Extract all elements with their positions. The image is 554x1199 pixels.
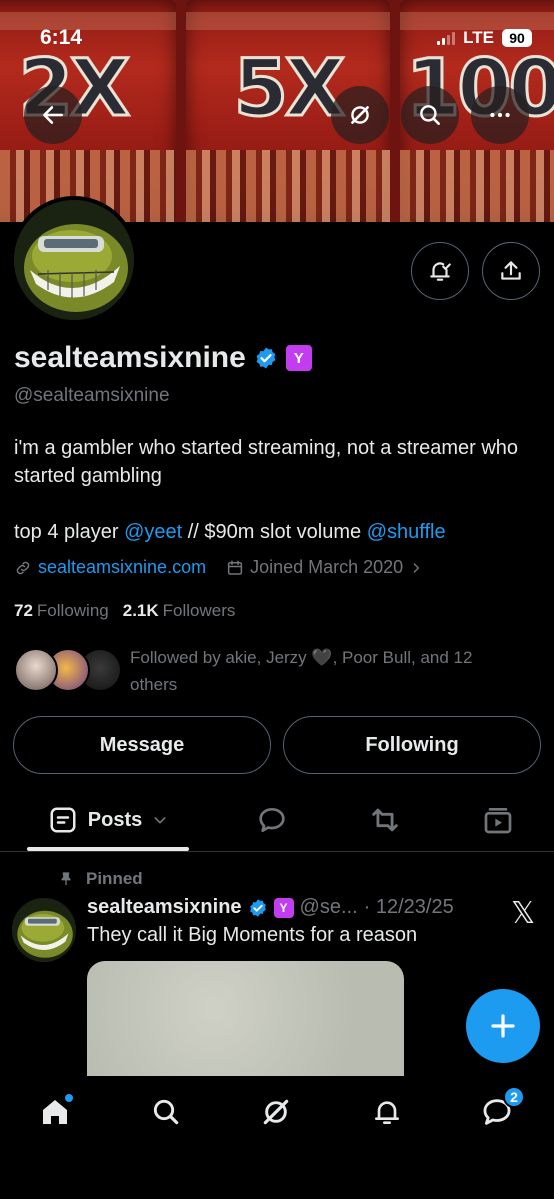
following-stat[interactable]: 72 Following: [14, 601, 109, 621]
notifications-button[interactable]: [411, 242, 469, 300]
website-link[interactable]: sealteamsixnine.com: [14, 557, 206, 578]
message-button[interactable]: Message: [13, 716, 271, 774]
reply-bubble-icon: [259, 808, 285, 832]
post-author-handle[interactable]: @se...: [300, 896, 358, 919]
post-media[interactable]: [87, 961, 404, 1081]
pin-icon: [61, 872, 71, 885]
active-tab-indicator: [27, 847, 189, 851]
post-date[interactable]: · 12/23/25: [364, 896, 454, 919]
nav-messages[interactable]: 2: [467, 1086, 527, 1132]
chevron-right-icon: [413, 562, 420, 573]
followers-stat[interactable]: 2.1K Followers: [123, 601, 236, 621]
avatar-image: [12, 898, 76, 962]
profile-meta: sealteamsixnine.com Joined March 2020: [14, 557, 423, 578]
following-count: 72: [14, 601, 33, 620]
chevron-down-icon: [154, 817, 166, 824]
profile-handle: @sealteamsixnine: [14, 385, 170, 406]
bio-mention-yeet[interactable]: @yeet: [124, 521, 182, 543]
compose-button[interactable]: [466, 989, 540, 1063]
bio-text: top 4 player: [14, 521, 125, 543]
post-author-avatar[interactable]: [12, 898, 76, 962]
followed-by-text: Followed by akie, Jerzy 🖤, Poor Bull, an…: [130, 648, 473, 694]
search-button[interactable]: [401, 86, 459, 144]
tab-reposts[interactable]: [355, 790, 415, 850]
avatar-image: [14, 200, 134, 320]
share-icon: [501, 261, 521, 280]
tab-replies[interactable]: [242, 790, 302, 850]
home-unread-dot: [65, 1094, 73, 1102]
status-time: 6:14: [40, 26, 83, 49]
joined-date[interactable]: Joined March 2020: [226, 557, 423, 578]
profile-avatar[interactable]: [10, 196, 138, 324]
arrow-left-icon: [43, 106, 63, 124]
battery-indicator: 90: [502, 29, 532, 47]
tab-media[interactable]: [468, 790, 528, 850]
repost-icon: [372, 808, 398, 832]
search-icon: [153, 1099, 179, 1125]
bell-check-icon: [430, 262, 451, 281]
profile-tabs: Posts: [0, 790, 554, 852]
more-icon: [490, 112, 510, 118]
x-logo-icon: 𝕏: [511, 896, 536, 931]
grok-icon: [263, 1099, 289, 1125]
followers-count: 2.1K: [122, 601, 159, 620]
followers-label: Followers: [162, 601, 236, 620]
nav-grok[interactable]: [246, 1092, 306, 1132]
signal-icon: [437, 31, 456, 45]
profile-display-name: sealteamsixnine Y: [14, 341, 312, 375]
following-button[interactable]: Following: [283, 716, 541, 774]
messages-count-badge: 2: [503, 1086, 525, 1108]
network-label: LTE: [463, 28, 494, 47]
search-icon: [420, 105, 440, 125]
bell-icon: [375, 1101, 399, 1124]
bottom-navigation: 2: [0, 1076, 554, 1199]
verified-badge-icon: [249, 898, 266, 917]
status-indicators: LTE 90: [437, 28, 532, 48]
avatar: [14, 648, 58, 692]
affiliate-badge[interactable]: Y: [285, 345, 312, 371]
website-url[interactable]: sealteamsixnine.com: [38, 557, 206, 578]
share-button[interactable]: [482, 242, 540, 300]
post-author-name[interactable]: sealteamsixnine: [87, 896, 242, 919]
more-button[interactable]: [471, 86, 529, 144]
pinned-text: Pinned: [86, 869, 143, 888]
affiliate-badge: Y: [273, 897, 294, 918]
grok-button[interactable]: [331, 86, 389, 144]
nav-home[interactable]: [25, 1092, 85, 1132]
following-label: Following: [36, 601, 109, 620]
post-header: sealteamsixnine Y @se... · 12/23/25: [87, 896, 454, 919]
display-name-text: sealteamsixnine: [14, 341, 246, 374]
follower-avatars: [14, 644, 126, 692]
nav-notifications[interactable]: [357, 1092, 417, 1132]
bio-text: // $90m slot volume: [182, 521, 367, 543]
followed-by[interactable]: Followed by akie, Jerzy 🖤, Poor Bull, an…: [14, 644, 520, 698]
verified-badge-icon[interactable]: [254, 346, 278, 370]
pinned-label: Pinned: [58, 869, 143, 889]
joined-text: Joined March 2020: [250, 557, 404, 577]
grok-icon: [351, 106, 369, 124]
bio-line: top 4 player @yeet // $90m slot volume @…: [14, 518, 534, 546]
post-text: They call it Big Moments for a reason: [87, 924, 418, 946]
plus-icon: [491, 1014, 515, 1038]
calendar-icon: [227, 560, 243, 575]
tab-posts-label: Posts: [87, 808, 143, 831]
tab-posts[interactable]: Posts: [27, 790, 189, 850]
bio-line: i'm a gambler who started streaming, not…: [14, 437, 519, 487]
bio-mention-shuffle[interactable]: @shuffle: [367, 521, 446, 543]
back-button[interactable]: [24, 86, 82, 144]
nav-search[interactable]: [136, 1092, 196, 1132]
profile-bio: i'm a gambler who started streaming, not…: [14, 434, 534, 546]
link-icon: [16, 561, 30, 574]
follow-stats: 72 Following 2.1K Followers: [14, 601, 235, 621]
media-icon: [484, 808, 512, 834]
posts-icon: [50, 807, 76, 833]
